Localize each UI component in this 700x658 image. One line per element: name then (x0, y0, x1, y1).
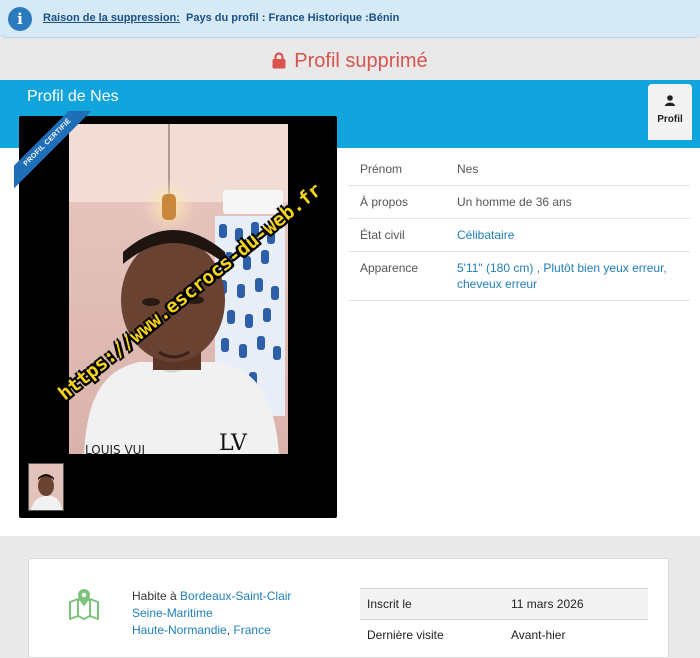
deleted-status: Profil supprimé (0, 50, 700, 73)
table-row: Apparence 5'11" (180 cm) , Plutôt bien y… (348, 251, 690, 301)
deleted-status-text: Profil supprimé (294, 50, 428, 72)
detail-key: État civil (348, 218, 445, 252)
location-info: Habite à Bordeaux-Saint-Clair Seine-Mari… (132, 589, 292, 637)
location-city-link[interactable]: Bordeaux-Saint-Clair (180, 589, 291, 603)
location-country-link[interactable]: France (233, 623, 270, 637)
detail-value: Nes (445, 153, 690, 186)
activity-value: 11 mars 2026 (504, 588, 648, 620)
detail-value: Un homme de 36 ans (445, 185, 690, 219)
photo-thumbnail[interactable] (28, 463, 64, 511)
table-row: Dernière visite Avant-hier (360, 619, 648, 650)
svg-text:LV: LV (219, 431, 248, 454)
deletion-reason-label[interactable]: Raison de la suppression: (43, 12, 180, 24)
table-row: Prénom Nes (348, 153, 690, 186)
activity-table: Inscrit le 11 mars 2026 Dernière visite … (360, 588, 648, 650)
profile-title: Profil de Nes (27, 88, 119, 105)
activity-value: Avant-hier (504, 619, 648, 650)
location-region-link[interactable]: Haute-Normandie (132, 623, 227, 637)
detail-value-link[interactable]: 5'11" (180 cm) , Plutôt bien yeux erreur… (445, 251, 690, 301)
profile-details-table: Prénom Nes À propos Un homme de 36 ans É… (348, 153, 690, 301)
activity-key: Dernière visite (360, 619, 504, 650)
table-row: État civil Célibataire (348, 218, 690, 252)
tab-profil-label: Profil (657, 114, 683, 125)
detail-key: À propos (348, 185, 445, 219)
certified-badge: PROFIL CERTIFIÉ (14, 111, 94, 191)
location-prefix: Habite à (132, 589, 177, 603)
table-row: Inscrit le 11 mars 2026 (360, 588, 648, 620)
table-row: À propos Un homme de 36 ans (348, 185, 690, 219)
detail-key: Prénom (348, 153, 445, 186)
user-icon (665, 95, 675, 106)
tab-profil[interactable]: Profil (648, 84, 692, 140)
detail-key: Apparence (348, 251, 445, 301)
svg-text:LOUIS VUI: LOUIS VUI (85, 443, 145, 454)
lock-icon (272, 52, 286, 69)
detail-value-link[interactable]: Célibataire (445, 218, 690, 252)
deletion-notice-bar: i Raison de la suppression: Pays du prof… (0, 0, 700, 38)
activity-key: Inscrit le (360, 588, 504, 620)
location-department-link[interactable]: Seine-Maritime (132, 606, 213, 620)
map-icon (69, 589, 99, 620)
info-icon: i (8, 7, 32, 31)
certified-ribbon: PROFIL CERTIFIÉ (14, 111, 94, 191)
deletion-reason-value: Pays du profil : France Historique :Béni… (186, 12, 400, 24)
